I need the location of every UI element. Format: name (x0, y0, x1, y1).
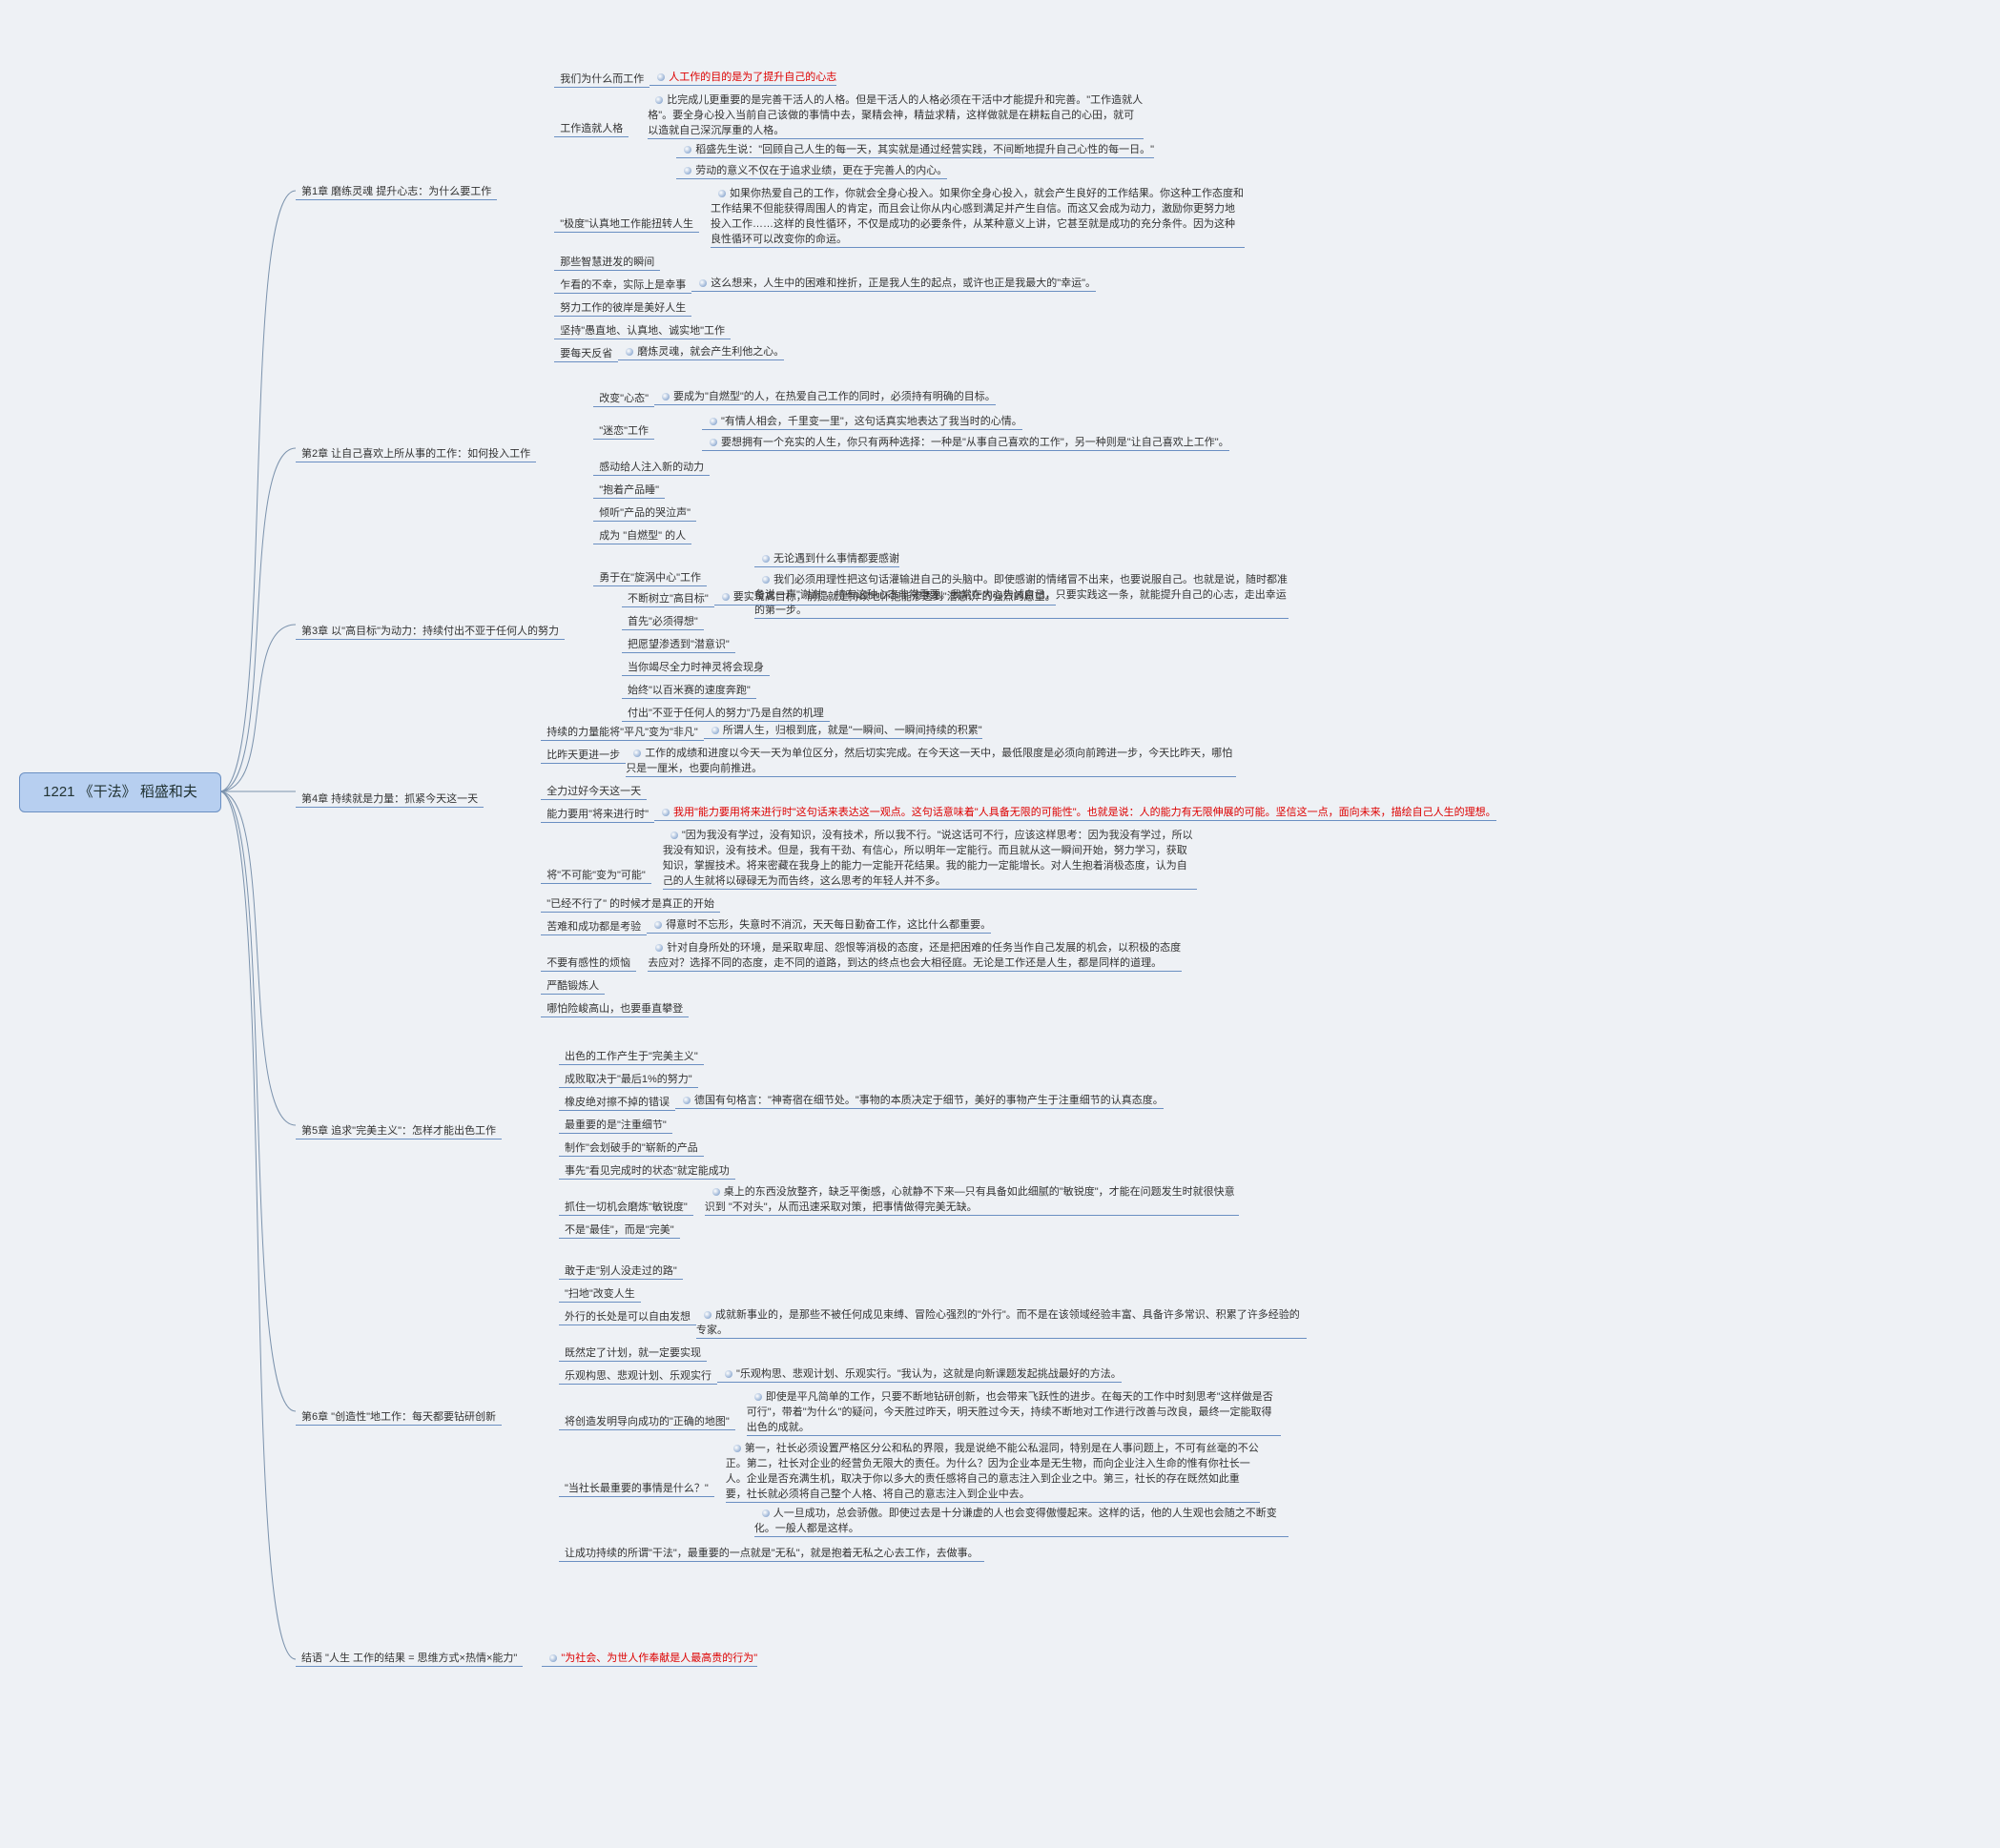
c3-n3[interactable]: 把愿望渗透到"潜意识" (622, 634, 735, 653)
c3-n5[interactable]: 始终"以百米赛的速度奔跑" (622, 680, 756, 699)
c4-n2[interactable]: 比昨天更进一步 (541, 745, 626, 764)
chapter-1-label[interactable]: 第1章 磨练灵魂 提升心志：为什么要工作 (296, 181, 497, 200)
c3-n1[interactable]: 不断树立"高目标" (622, 588, 714, 607)
c6-n2[interactable]: "扫地"改变人生 (559, 1283, 641, 1303)
chapter-6-label[interactable]: 第6章 "创造性"地工作：每天都要钻研创新 (296, 1407, 502, 1426)
root-node[interactable]: 1221 《干法》 稻盛和夫 (19, 772, 221, 812)
chapter-3-label[interactable]: 第3章 以"高目标"为动力：持续付出不亚于任何人的努力 (296, 621, 565, 640)
c4-n1-anno: 所谓人生，归根到底，就是"一瞬间、一瞬间持续的积累" (704, 722, 982, 739)
c1-n6[interactable]: 努力工作的彼岸是美好人生 (554, 298, 691, 317)
c6-n5-anno: "乐观构思、悲观计划、乐观实行。"我认为，这就是向新课题发起挑战最好的方法。 (717, 1365, 1122, 1383)
chapter-5-label[interactable]: 第5章 追求"完美主义"：怎样才能出色工作 (296, 1120, 502, 1140)
c6-n4[interactable]: 既然定了计划，就一定要实现 (559, 1343, 707, 1362)
c1-n2-anno: 比完成儿更重要的是完善干活人的人格。但是干活人的人格必须在干活中才能提升和完善。… (648, 92, 1144, 139)
c2-n2-s1: "有情人相会，千里变一里"，这句话真实地表达了我当时的心情。 (702, 413, 1022, 430)
c4-n6[interactable]: "已经不行了" 的时候才是真正的开始 (541, 893, 720, 913)
c1-n1-anno: 人工作的目的是为了提升自己的心志 (649, 69, 836, 86)
c3-n6[interactable]: 付出"不亚于任何人的努力"乃是自然的机理 (622, 703, 830, 722)
c2-n5[interactable]: 倾听"产品的哭泣声" (593, 503, 696, 522)
c2-n4[interactable]: "抱着产品睡" (593, 480, 665, 499)
c2-n2[interactable]: "迷恋"工作 (593, 421, 654, 440)
chapter-5[interactable]: 第5章 追求"完美主义"：怎样才能出色工作 出色的工作产生于"完美主义" 成败取… (296, 1044, 1239, 1241)
c4-n7-anno: 得意时不忘形，失意时不消沉，天天每日勤奋工作，这比什么都重要。 (647, 916, 991, 934)
c6-n6-anno: 即使是平凡简单的工作，只要不断地钻研创新，也会带来飞跃性的进步。在每天的工作中时… (747, 1388, 1281, 1436)
c2-n1[interactable]: 改变"心态" (593, 388, 654, 407)
c1-n1[interactable]: 我们为什么而工作 (554, 69, 649, 88)
c6-n5[interactable]: 乐观构思、悲观计划、乐观实行 (559, 1365, 717, 1385)
chapter-2-label[interactable]: 第2章 让自己喜欢上所从事的工作：如何投入工作 (296, 443, 536, 462)
c4-n9[interactable]: 严酷锻炼人 (541, 975, 605, 995)
c5-n7-anno: 桌上的东西没放整齐，缺乏平衡感，心就静不下来—只有具备如此细腻的"敏锐度"，才能… (705, 1183, 1239, 1216)
c6-n6[interactable]: 将创造发明导向成功的"正确的地图" (559, 1411, 735, 1430)
c5-n6[interactable]: 事先"看见完成时的状态"就定能成功 (559, 1160, 735, 1180)
c6-n3-anno: 成就新事业的，是那些不被任何成见束缚、冒险心强烈的"外行"。而不是在该领域经验丰… (696, 1306, 1307, 1339)
c3-n4[interactable]: 当你竭尽全力时神灵将会现身 (622, 657, 770, 676)
c2-n2-s2: 要想拥有一个充实的人生，你只有两种选择：一种是"从事自己喜欢的工作"，另一种则是… (702, 434, 1229, 451)
chapter-7-label[interactable]: 结语 "人生 工作的结果 = 思维方式×热情×能力" (296, 1648, 523, 1667)
chapter-4[interactable]: 第4章 持续就是力量：抓紧今天这一天 持续的力量能将"平凡"变为"非凡"所谓人生… (296, 720, 1496, 1019)
c5-n3[interactable]: 橡皮绝对擦不掉的错误 (559, 1092, 675, 1111)
c1-n5[interactable]: 乍看的不幸，实际上是幸事 (554, 275, 691, 294)
c5-n4[interactable]: 最重要的是"注重细节" (559, 1115, 672, 1134)
c2-n6[interactable]: 成为 "自燃型" 的人 (593, 525, 691, 544)
c1-n8[interactable]: 要每天反省 (554, 343, 618, 362)
c4-n10[interactable]: 哪怕险峻高山，也要垂直攀登 (541, 998, 689, 1017)
c5-n2[interactable]: 成败取决于"最后1%的努力" (559, 1069, 698, 1088)
c2-n7-s1: 无论遇到什么事情都要感谢 (754, 550, 899, 567)
c6-n8[interactable]: 让成功持续的所谓"干法"，最重要的一点就是"无私"，就是抱着无私之心去工作，去做… (559, 1543, 984, 1562)
c1-n2-s2: 劳动的意义不仅在于追求业绩，更在于完善人的内心。 (676, 162, 947, 179)
c1-n8-anno: 磨炼灵魂，就会产生利他之心。 (618, 343, 784, 360)
c4-n2-anno: 工作的成绩和进度以今天一天为单位区分，然后切实完成。在今天这一天中，最低限度是必… (626, 745, 1236, 777)
c6-n1[interactable]: 敢于走"别人没走过的路" (559, 1261, 683, 1280)
c6-n7-s: 人一旦成功，总会骄傲。即使过去是十分谦虚的人也会变得傲慢起来。这样的话，他的人生… (754, 1505, 1289, 1537)
c1-n2[interactable]: 工作造就人格 (554, 118, 629, 137)
c6-n7[interactable]: "当社长最重要的事情是什么？" (559, 1478, 714, 1497)
c1-n3-anno: 如果你热爱自己的工作，你就会全身心投入。如果你全身心投入，就会产生良好的工作结果… (711, 185, 1245, 248)
c5-n7[interactable]: 抓住一切机会磨炼"敏锐度" (559, 1197, 693, 1216)
c2-n3[interactable]: 感动给人注入新的动力 (593, 457, 710, 476)
c4-n7[interactable]: 苦难和成功都是考验 (541, 916, 647, 935)
c2-n1-anno: 要成为"自燃型"的人，在热爱自己工作的同时，必须持有明确的目标。 (654, 388, 996, 405)
c5-n5[interactable]: 制作"会划破手的"崭新的产品 (559, 1138, 704, 1157)
c5-n8[interactable]: 不是"最佳"，而是"完美" (559, 1220, 680, 1239)
chapter-1[interactable]: 第1章 磨练灵魂 提升心志：为什么要工作 我们为什么而工作人工作的目的是为了提升… (296, 67, 1245, 364)
c6-n3[interactable]: 外行的长处是可以自由发想 (559, 1306, 696, 1325)
c1-n2-s1: 稻盛先生说："回顾自己人生的每一天，其实就是通过经营实践，不间断地提升自己心性的… (676, 141, 1154, 158)
c7-anno: "为社会、为世人作奉献是人最高贵的行为" (542, 1650, 757, 1667)
c5-n1[interactable]: 出色的工作产生于"完美主义" (559, 1046, 704, 1065)
c1-n3[interactable]: "极度"认真地工作能扭转人生 (554, 214, 699, 233)
c4-n4-anno: 我用"能力要用将来进行时"这句话来表达这一观点。这句话意味着"人具备无限的可能性… (654, 804, 1496, 821)
c5-n3-anno: 德国有句格言："神寄宿在细节处。"事物的本质决定于细节，美好的事物产生于注重细节… (675, 1092, 1164, 1109)
c4-n3[interactable]: 全力过好今天这一天 (541, 781, 647, 800)
c4-n4[interactable]: 能力要用"将来进行时" (541, 804, 654, 823)
c1-n4[interactable]: 那些智慧迸发的瞬间 (554, 252, 660, 271)
c4-n8-anno: 针对自身所处的环境，是采取卑屈、怨恨等消极的态度，还是把困难的任务当作自己发展的… (648, 939, 1182, 972)
c2-n7[interactable]: 勇于在"旋涡中心"工作 (593, 567, 707, 586)
c6-n7-anno: 第一，社长必须设置严格区分公和私的界限，我是说绝不能公私混同，特别是在人事问题上… (726, 1440, 1260, 1503)
c3-n2[interactable]: 首先"必须得想" (622, 611, 704, 630)
c1-n5-anno: 这么想来，人生中的困难和挫折，正是我人生的起点，或许也正是我最大的"幸运"。 (691, 275, 1096, 292)
c4-n1[interactable]: 持续的力量能将"平凡"变为"非凡" (541, 722, 704, 741)
c4-n8[interactable]: 不要有感性的烦恼 (541, 953, 636, 972)
c1-n7[interactable]: 坚持"愚直地、认真地、诚实地"工作 (554, 320, 731, 339)
chapter-6[interactable]: 第6章 "创造性"地工作：每天都要钻研创新 敢于走"别人没走过的路" "扫地"改… (296, 1259, 1307, 1564)
chapter-4-label[interactable]: 第4章 持续就是力量：抓紧今天这一天 (296, 789, 484, 808)
chapter-3[interactable]: 第3章 以"高目标"为动力：持续付出不亚于任何人的努力 不断树立"高目标"要实现… (296, 586, 1056, 724)
chapter-7[interactable]: 结语 "人生 工作的结果 = 思维方式×热情×能力" "为社会、为世人作奉献是人… (296, 1648, 757, 1667)
c4-n5[interactable]: 将"不可能"变为"可能" (541, 865, 651, 884)
c3-n1-anno: 要实现高目标，前提就是持续地怀抱能渗透到"潜意识"的强烈的愿望。 (714, 588, 1056, 606)
c4-n5-anno: "因为我没有学过，没有知识，没有技术，所以我不行。"说这话可不行，应该这样思考：… (663, 827, 1197, 890)
